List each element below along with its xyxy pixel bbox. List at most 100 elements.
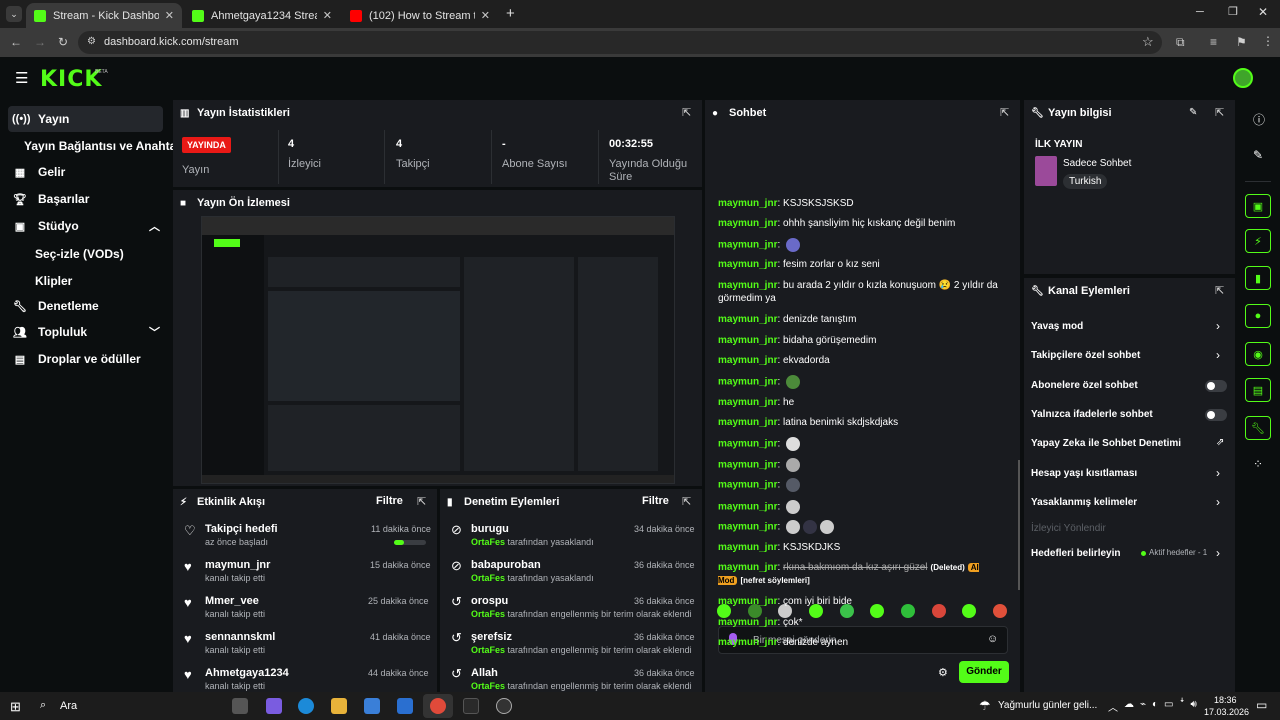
chat-username[interactable]: maymun_jnr: [718, 314, 777, 325]
rail-document-icon[interactable]: ▮: [1245, 266, 1271, 290]
chevron-right-icon[interactable]: ›: [1216, 466, 1220, 480]
rail-wrench-icon[interactable]: 🔧︎: [1245, 416, 1271, 440]
sidebar-item-yayin[interactable]: ((•)) Yayın: [8, 106, 163, 132]
new-tab-button[interactable]: +: [506, 5, 515, 22]
mod-name[interactable]: OrtaFes: [471, 645, 505, 655]
chat-message[interactable]: maymun_jnr: rkına bakmıom da kız aşırı g…: [718, 561, 998, 587]
emote-icon[interactable]: [786, 458, 801, 472]
rail-bolt-icon[interactable]: ⚡︎: [1245, 229, 1271, 253]
chat-message[interactable]: maymun_jnr: KSJSKDJKS: [718, 541, 998, 554]
chat-message[interactable]: maymun_jnr: çom iyi biri bide: [718, 595, 998, 608]
chat-message[interactable]: maymun_jnr:: [718, 238, 998, 252]
emote-icon[interactable]: [786, 478, 801, 492]
tray-chevron-icon[interactable]: ︿: [1108, 699, 1118, 714]
chevron-up-icon[interactable]: ︿: [149, 218, 160, 234]
chat-message[interactable]: maymun_jnr:: [718, 437, 998, 451]
preview-video[interactable]: [201, 216, 675, 484]
chat-message[interactable]: maymun_jnr:: [718, 520, 998, 534]
chat-message[interactable]: maymun_jnr:: [718, 458, 998, 472]
subscribers-only-toggle[interactable]: [1205, 380, 1227, 392]
edge-icon[interactable]: [298, 698, 314, 714]
menu-icon[interactable]: ⋮: [1262, 34, 1274, 48]
action-emotes-only[interactable]: Yalnızca ifadelerle sohbet: [1031, 409, 1153, 420]
kick-logo[interactable]: KICK: [40, 67, 102, 92]
sidebar-item-droplar[interactable]: ▤ Droplar ve ödüller: [8, 346, 163, 372]
chat-username[interactable]: maymun_jnr: [718, 542, 777, 553]
task-view-icon[interactable]: [232, 698, 248, 714]
chat-message[interactable]: maymun_jnr: ohhh şansliyim hiç kıskanç d…: [718, 217, 998, 230]
sidebar-item-studyo[interactable]: ▣ Stüdyo ︿: [8, 213, 166, 239]
windows-start-icon[interactable]: ⊞: [10, 699, 21, 715]
action-subscribers-only[interactable]: Abonelere özel sohbet: [1031, 380, 1138, 391]
emote-icon[interactable]: [786, 500, 801, 514]
popout-icon[interactable]: ⇱: [1000, 106, 1012, 119]
chat-message[interactable]: maymun_jnr: latina benimki skdjskdjaks: [718, 416, 998, 429]
chat-username[interactable]: maymun_jnr: [718, 617, 777, 628]
minimize-icon[interactable]: ─: [1196, 6, 1204, 18]
chat-scrollbar[interactable]: [1018, 460, 1020, 590]
weather-icon[interactable]: ☂: [979, 698, 991, 714]
edit-icon[interactable]: ✎: [1189, 107, 1197, 118]
close-window-icon[interactable]: ✕: [1258, 5, 1268, 19]
chat-message[interactable]: maymun_jnr:: [718, 500, 998, 514]
sidebar-item-klipler[interactable]: Klipler: [35, 274, 72, 288]
chat-username[interactable]: maymun_jnr: [718, 377, 777, 388]
mod-name[interactable]: OrtaFes: [471, 537, 505, 547]
chat-username[interactable]: maymun_jnr: [718, 596, 777, 607]
chat-username[interactable]: maymun_jnr: [718, 417, 777, 428]
chevron-right-icon[interactable]: ›: [1216, 546, 1220, 560]
emote-icon[interactable]: [820, 520, 835, 534]
chat-username[interactable]: maymun_jnr: [718, 397, 777, 408]
clock-time[interactable]: 18:36: [1214, 695, 1237, 705]
emote-icon[interactable]: [803, 520, 818, 534]
action-followers-only[interactable]: Takipçilere özel sohbet: [1031, 350, 1140, 361]
emote-icon[interactable]: [786, 437, 801, 451]
profile-icon[interactable]: ⚑: [1236, 35, 1247, 49]
send-button[interactable]: Gönder: [959, 661, 1009, 683]
sidebar-item-topluluk[interactable]: 👥︎ Topluluk ﹀: [8, 319, 166, 345]
chat-username[interactable]: maymun_jnr: [718, 562, 777, 573]
filter-button[interactable]: Filtre: [376, 495, 403, 507]
emotes-only-toggle[interactable]: [1205, 409, 1227, 421]
chat-username[interactable]: maymun_jnr: [718, 460, 777, 471]
sidebar-item-denetleme[interactable]: 🔧︎ Denetleme: [8, 293, 163, 319]
terminal-icon[interactable]: [463, 698, 479, 714]
chat-message[interactable]: maymun_jnr: fesim zorlar o kız seni: [718, 258, 998, 271]
close-tab-icon[interactable]: ✕: [165, 9, 174, 22]
address-bar[interactable]: ⚙ dashboard.kick.com/stream ☆: [78, 31, 1162, 54]
chat-message[interactable]: maymun_jnr: çok*: [718, 616, 998, 629]
chat-username[interactable]: maymun_jnr: [718, 355, 777, 366]
rail-stats-icon[interactable]: ▣: [1245, 194, 1271, 218]
rail-more-icon[interactable]: ⁘: [1253, 457, 1263, 471]
extensions-icon[interactable]: ⧉: [1176, 35, 1185, 50]
popout-icon[interactable]: ⇱: [1215, 284, 1227, 297]
chat-username[interactable]: maymun_jnr: [718, 198, 777, 209]
back-icon[interactable]: ←: [10, 35, 22, 49]
sidebar-item-stream-key[interactable]: Yayın Bağlantısı ve Anahtarı: [24, 139, 184, 153]
chat-message[interactable]: maymun_jnr: denizde aynen: [718, 636, 998, 649]
sidebar-item-vods[interactable]: Seç-izle (VODs): [35, 247, 124, 261]
chat-settings-icon[interactable]: ⚙: [938, 666, 948, 679]
chat-message[interactable]: maymun_jnr:: [718, 375, 998, 389]
sidebar-item-gelir[interactable]: ▦ Gelir: [8, 159, 163, 185]
popout-icon[interactable]: ⇱: [417, 495, 429, 508]
action-ai-moderation[interactable]: Yapay Zeka ile Sohbet Denetimi: [1031, 438, 1181, 449]
chevron-right-icon[interactable]: ›: [1216, 348, 1220, 362]
reload-icon[interactable]: ↻: [58, 35, 68, 49]
chat-username[interactable]: maymun_jnr: [718, 439, 777, 450]
notification-icon[interactable]: ▭: [1256, 698, 1267, 712]
tab-kick-dashboard[interactable]: Stream - Kick Dashboard ✕: [26, 3, 182, 28]
tray-icons[interactable]: ☁⌁◐▭ꜜ🔊︎: [1124, 699, 1203, 710]
popout-icon[interactable]: ⇱: [682, 106, 694, 119]
emote-icon[interactable]: [786, 375, 801, 389]
emote-icon[interactable]: [786, 238, 801, 252]
chat-username[interactable]: maymun_jnr: [718, 240, 777, 251]
action-slow-mode[interactable]: Yavaş mod: [1031, 321, 1083, 332]
chat-username[interactable]: maymun_jnr: [718, 522, 777, 533]
clock-date[interactable]: 17.03.2026: [1204, 707, 1249, 717]
rail-broadcast-icon[interactable]: ◉: [1245, 342, 1271, 366]
chat-message[interactable]: maymun_jnr: KSJSKSJSKSD: [718, 197, 998, 210]
info-icon[interactable]: ⓘ: [1253, 111, 1265, 128]
chat-message[interactable]: maymun_jnr: ekvadorda: [718, 354, 998, 367]
media-icon[interactable]: ≡: [1210, 35, 1217, 49]
